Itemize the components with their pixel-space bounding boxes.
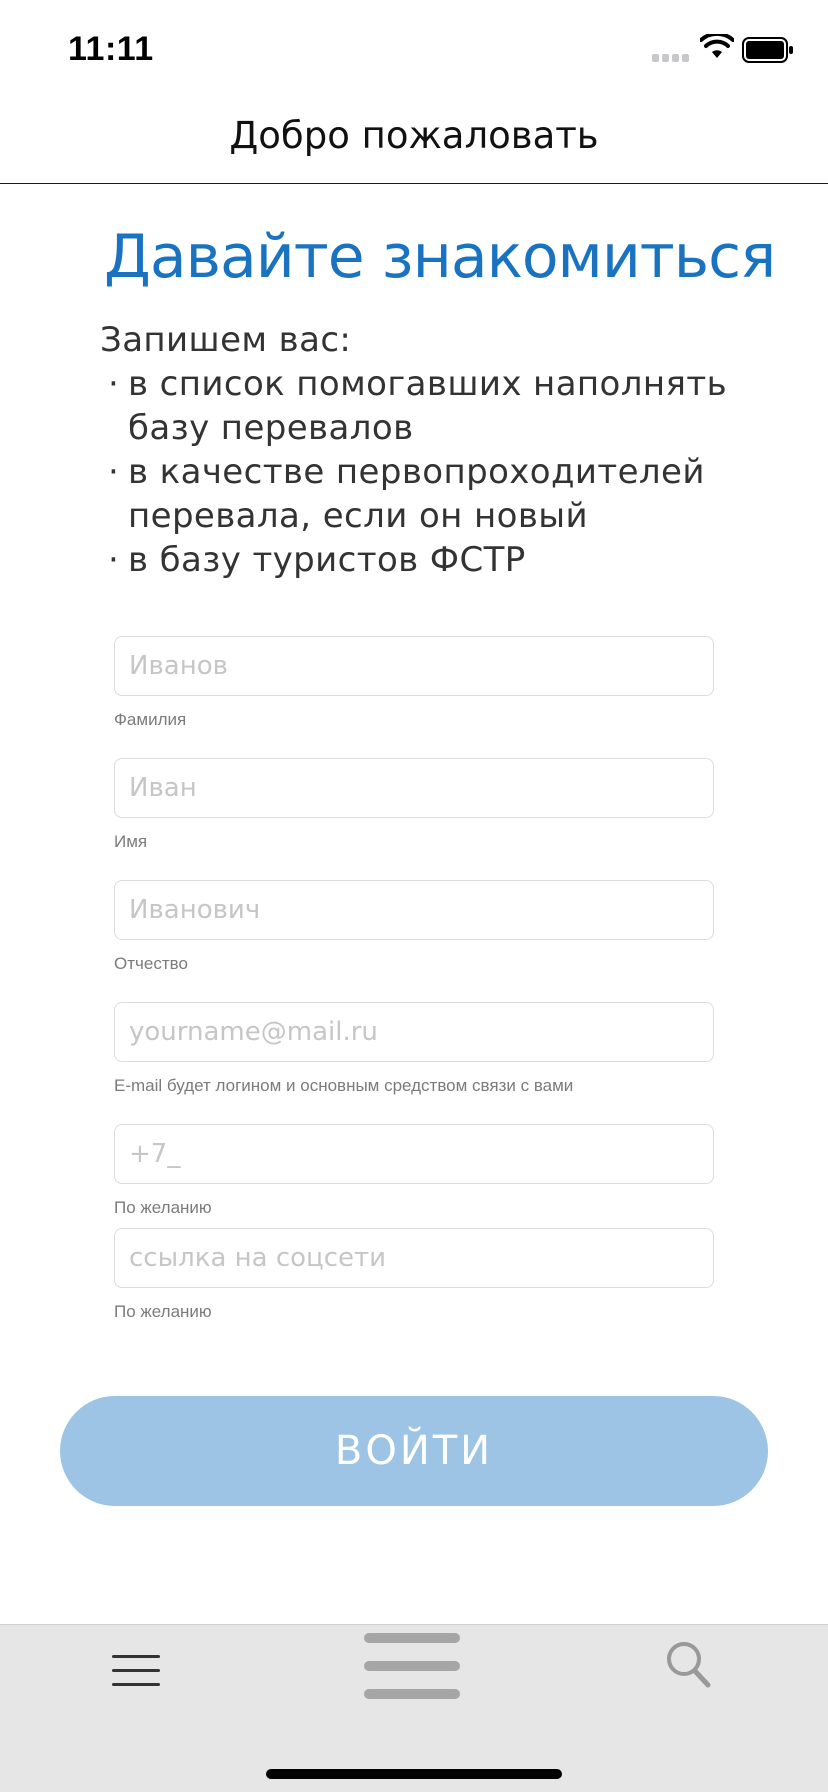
patronymic-input[interactable] xyxy=(114,880,714,940)
intro-lead: Запишем вас: xyxy=(100,320,352,360)
social-link-group: По желанию xyxy=(114,1228,714,1322)
cellular-signal-icon xyxy=(652,50,692,62)
last-name-hint: Фамилия xyxy=(114,710,187,729)
last-name-group: Фамилия xyxy=(114,636,714,730)
menu-icon[interactable] xyxy=(112,1651,160,1691)
drag-handle-icon[interactable] xyxy=(364,1629,464,1705)
wifi-icon xyxy=(700,34,734,58)
email-group: E-mail будет логином и основным средство… xyxy=(114,1002,714,1096)
intro-list: в список помогавших наполнять базу перев… xyxy=(100,362,740,582)
intro-list-item: в базу туристов ФСТР xyxy=(100,538,740,582)
battery-icon xyxy=(742,37,793,63)
bottom-toolbar xyxy=(0,1624,828,1792)
phone-hint: По желанию xyxy=(114,1198,212,1217)
welcome-headline: Давайте знакомиться xyxy=(104,222,776,292)
social-link-input[interactable] xyxy=(114,1228,714,1288)
page-title: Добро пожаловать xyxy=(229,114,599,157)
login-button[interactable]: ВОЙТИ xyxy=(60,1396,768,1506)
email-field[interactable] xyxy=(114,1002,714,1062)
first-name-group: Имя xyxy=(114,758,714,852)
status-time: 11:11 xyxy=(68,30,154,68)
search-icon[interactable] xyxy=(664,1639,714,1691)
patronymic-hint: Отчество xyxy=(114,954,188,973)
intro-list-item: в список помогавших наполнять базу перев… xyxy=(100,362,740,450)
patronymic-group: Отчество xyxy=(114,880,714,974)
phone-group: По желанию xyxy=(114,1124,714,1218)
email-hint: E-mail будет логином и основным средство… xyxy=(114,1076,574,1095)
phone-input[interactable] xyxy=(114,1124,714,1184)
social-link-hint: По желанию xyxy=(114,1302,212,1321)
intro-text: Запишем вас: в список помогавших наполня… xyxy=(100,318,740,582)
navigation-bar: Добро пожаловать xyxy=(0,96,828,184)
intro-list-item: в качестве первопроходителей перевала, е… xyxy=(100,450,740,538)
first-name-input[interactable] xyxy=(114,758,714,818)
status-bar: 11:11 xyxy=(0,0,828,96)
last-name-input[interactable] xyxy=(114,636,714,696)
home-indicator xyxy=(266,1769,562,1779)
first-name-hint: Имя xyxy=(114,832,148,851)
